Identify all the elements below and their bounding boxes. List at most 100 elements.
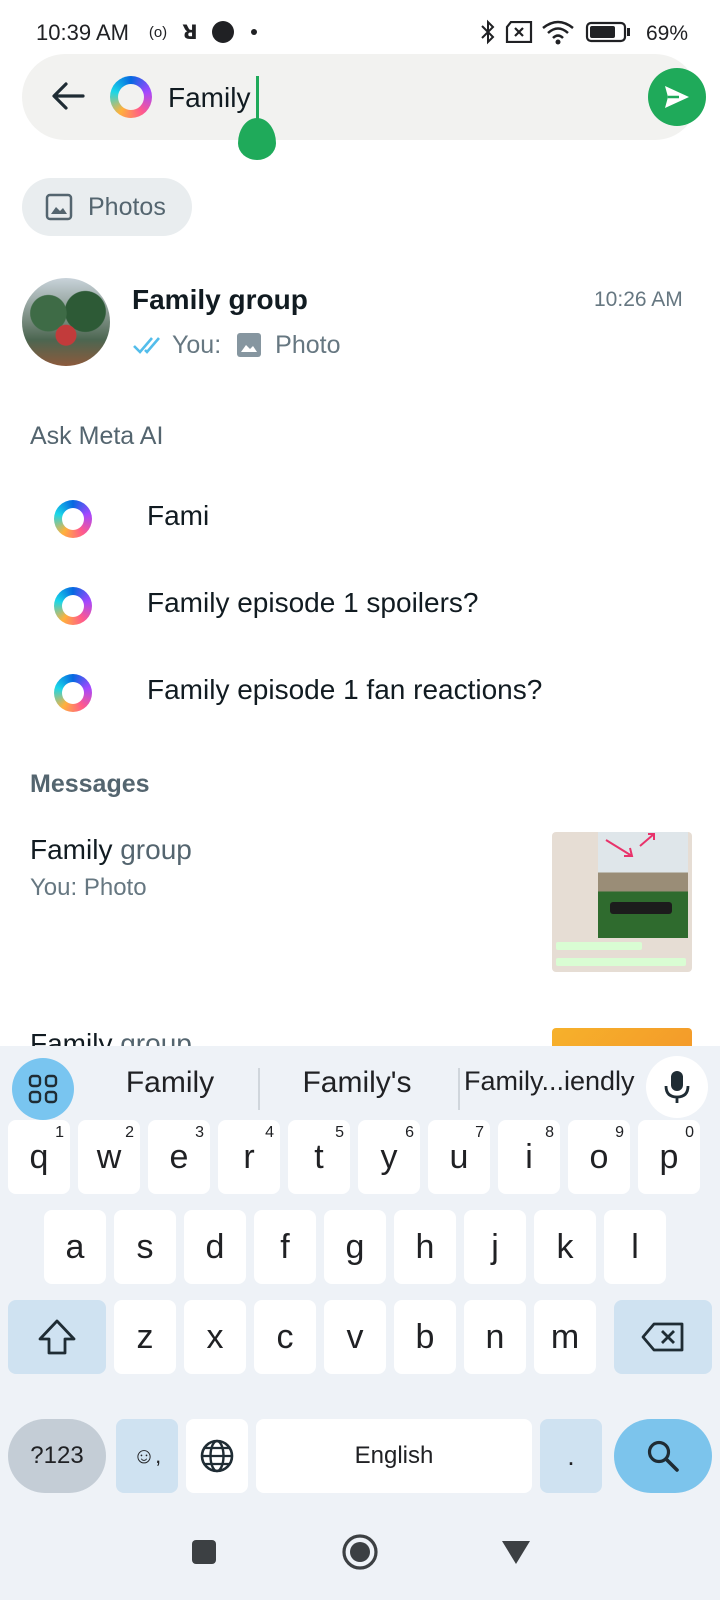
key-i[interactable]: i8 [498,1120,560,1194]
symbols-key[interactable]: ?123 [8,1419,106,1493]
key-v[interactable]: v [324,1300,386,1374]
keyboard-menu-button[interactable] [12,1058,74,1120]
search-key[interactable] [614,1419,712,1493]
messages-header: Messages [30,770,150,798]
key-w[interactable]: w2 [78,1120,140,1194]
suggestion-text: Family episode 1 fan reactions? [147,674,543,705]
emoji-key[interactable]: ☺, [116,1419,178,1493]
period-key[interactable]: . [540,1419,602,1493]
triangle-icon [502,1541,530,1564]
key-q[interactable]: q1 [8,1120,70,1194]
key-f[interactable]: f [254,1210,316,1284]
key-o[interactable]: o9 [568,1120,630,1194]
status-time: 10:39 AM [36,20,129,45]
key-label: t [314,1137,324,1176]
key-y[interactable]: y6 [358,1120,420,1194]
back-nav-button[interactable] [494,1530,538,1574]
keyboard-suggestion-strip: Family Family's Family...iendly [0,1046,720,1128]
key-s[interactable]: s [114,1210,176,1284]
ask-meta-ai-header: Ask Meta AI [30,422,164,450]
meta-ai-suggestion[interactable]: Fami [0,480,720,560]
key-d[interactable]: d [184,1210,246,1284]
key-label: w [96,1137,122,1176]
meta-ai-icon [110,76,152,118]
key-hint: 2 [125,1124,134,1141]
image-icon [45,193,73,221]
meta-ai-icon [54,500,92,538]
search-icon [647,1440,679,1472]
dot-icon [210,18,236,46]
chat-name: Family group [132,284,308,315]
emoji-icon: ☺, [132,1443,162,1468]
chat-preview: You: Photo [132,328,340,362]
backspace-icon [641,1322,684,1352]
send-icon [665,86,689,108]
key-label: e [169,1137,189,1176]
title-match: Family [30,834,113,865]
keyboard-suggestion[interactable]: Family [90,1066,250,1100]
key-g[interactable]: g [324,1210,386,1284]
voice-input-button[interactable] [646,1056,708,1118]
home-button[interactable] [338,1530,382,1574]
meta-ai-suggestion[interactable]: Family episode 1 spoilers? [0,567,720,647]
divider [458,1068,460,1110]
backspace-key[interactable] [614,1300,712,1374]
language-key[interactable] [186,1419,248,1493]
keyboard-suggestion[interactable]: Family's [272,1066,442,1100]
key-hint: 9 [615,1124,624,1141]
navigation-bar [0,1508,720,1600]
recents-button[interactable] [182,1530,226,1574]
keyboard-suggestion[interactable]: Family...iendly [464,1066,635,1097]
arrow-left-icon [52,82,85,110]
bluetooth-icon [476,18,500,46]
radio-icon: (o) [148,23,168,41]
message-thumbnail[interactable] [552,832,692,972]
microphone-icon [664,1071,690,1103]
key-label: u [449,1137,469,1176]
meta-ai-icon [54,674,92,712]
key-n[interactable]: n [464,1300,526,1374]
key-b[interactable]: b [394,1300,456,1374]
double-check-icon [132,334,166,356]
suggestion-text: Family episode 1 spoilers? [147,587,479,618]
sim-off-icon [504,18,534,46]
key-hint: 0 [685,1124,694,1141]
divider [258,1068,260,1110]
avatar[interactable] [22,278,110,366]
search-input[interactable] [168,76,608,120]
key-hint: 1 [55,1124,64,1141]
key-k[interactable]: k [534,1210,596,1284]
key-label: p [659,1137,679,1176]
key-l[interactable]: l [604,1210,666,1284]
key-label: o [589,1137,609,1176]
key-x[interactable]: x [184,1300,246,1374]
key-h[interactable]: h [394,1210,456,1284]
key-m[interactable]: m [534,1300,596,1374]
space-key[interactable]: English [256,1419,532,1493]
key-a[interactable]: a [44,1210,106,1284]
back-button[interactable] [46,74,90,118]
meta-ai-suggestion[interactable]: Family episode 1 fan reactions? [0,654,720,734]
title-rest: group [112,834,192,865]
shift-key[interactable] [8,1300,106,1374]
key-u[interactable]: u7 [428,1120,490,1194]
caret-handle[interactable] [238,118,276,160]
key-r[interactable]: r4 [218,1120,280,1194]
key-z[interactable]: z [114,1300,176,1374]
photos-filter-chip[interactable]: Photos [22,178,192,236]
battery-icon [584,18,634,46]
key-e[interactable]: e3 [148,1120,210,1194]
thumbnail-photo [598,832,688,938]
text-caret [256,76,259,120]
key-j[interactable]: j [464,1210,526,1284]
meta-ai-icon [54,587,92,625]
key-hint: 4 [265,1124,274,1141]
send-button[interactable] [648,68,706,126]
key-t[interactable]: t5 [288,1120,350,1194]
key-p[interactable]: p0 [638,1120,700,1194]
key-c[interactable]: c [254,1300,316,1374]
globe-icon [200,1439,234,1473]
status-bar: 10:39 AM (o) ꓤ 69% [0,0,720,50]
key-hint: 7 [475,1124,484,1141]
thumbnail-bar [556,942,642,950]
